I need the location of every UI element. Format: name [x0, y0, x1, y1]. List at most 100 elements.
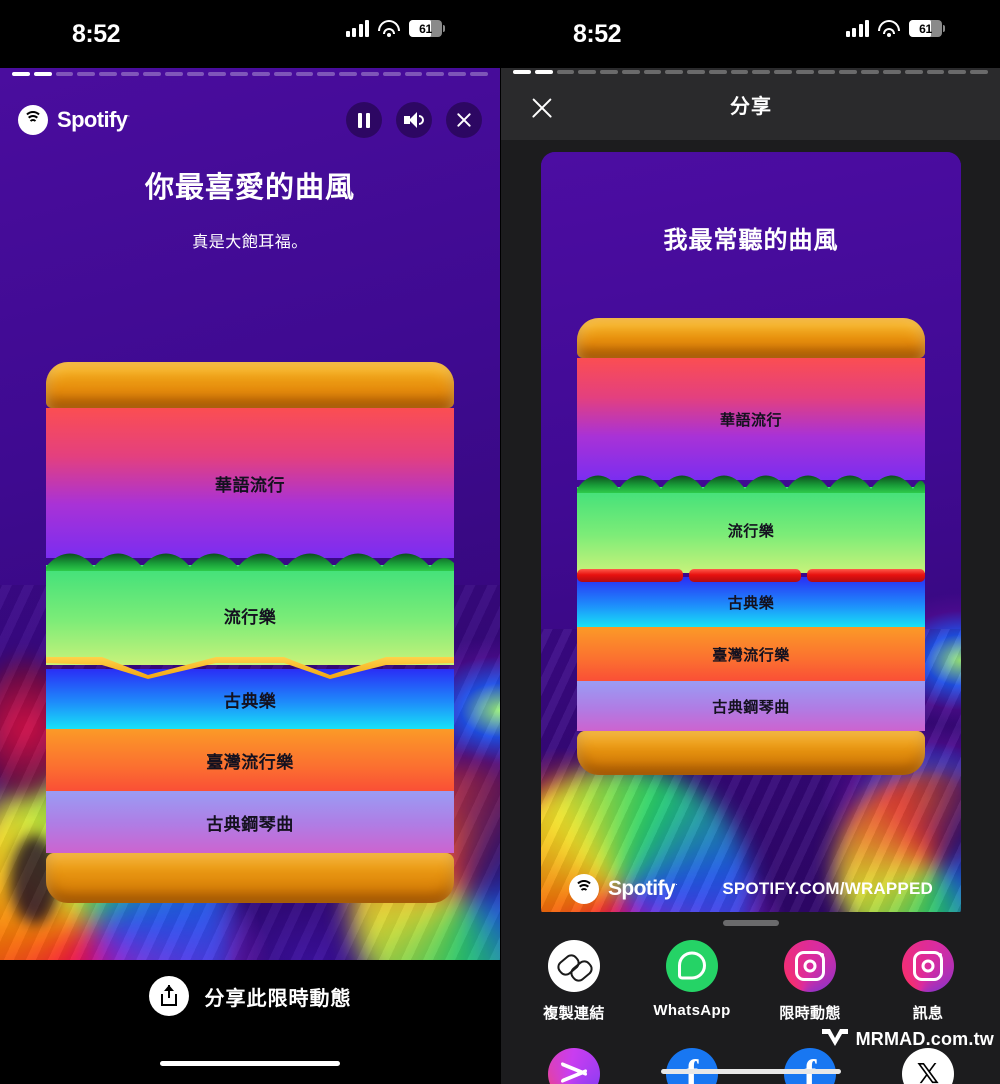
progress-segment[interactable]: [861, 70, 880, 74]
right-phone-panel: 8:52 61 分享 我最常聽的曲風 華語流行 流行樂 古典樂 臺灣流行樂 古典…: [500, 0, 1000, 1084]
progress-segment[interactable]: [948, 70, 967, 74]
progress-segment[interactable]: [77, 72, 96, 76]
progress-segment[interactable]: [448, 72, 467, 76]
burger-layer-label: 古典樂: [727, 594, 775, 612]
wrapped-share-card[interactable]: 我最常聽的曲風 華語流行 流行樂 古典樂 臺灣流行樂 古典鋼琴曲 Spotify…: [541, 152, 961, 922]
burger-layer-label: 古典樂: [223, 691, 277, 711]
spotify-logo-icon: [18, 105, 48, 135]
status-time: 8:52: [573, 20, 622, 48]
story-footer: 分享此限時動態: [0, 960, 500, 1084]
share-target-label: 複製連結: [543, 1005, 605, 1022]
progress-segment[interactable]: [470, 72, 488, 76]
cheese-garnish: [46, 655, 454, 679]
progress-segment[interactable]: [142, 72, 161, 76]
progress-segment[interactable]: [121, 72, 139, 76]
progress-segment[interactable]: [839, 70, 858, 74]
burger-layer: 臺灣流行樂: [577, 627, 925, 681]
story-progress-bar[interactable]: [501, 70, 1000, 74]
progress-segment[interactable]: [208, 72, 227, 76]
share-story-button[interactable]: 分享此限時動態: [148, 976, 352, 1016]
screenshot-root: 8:52 61 Spotify· 你最喜愛的曲風 真是大飽耳福。 華語流行 流行…: [0, 0, 1000, 1084]
story-progress-bar[interactable]: [0, 72, 500, 76]
bun-bottom: [577, 731, 925, 775]
burger-layer-label: 古典鋼琴曲: [712, 698, 790, 716]
progress-segment[interactable]: [33, 72, 52, 76]
progress-segment[interactable]: [12, 72, 30, 76]
status-icons: 61: [345, 20, 445, 37]
share-target-label: WhatsApp: [653, 1002, 731, 1019]
progress-segment[interactable]: [273, 72, 292, 76]
home-indicator[interactable]: [160, 1061, 340, 1066]
share-target[interactable]: f: [646, 1048, 738, 1084]
spotify-logo: Spotify·: [18, 105, 130, 135]
progress-segment[interactable]: [339, 72, 357, 76]
battery-percent: 61: [419, 21, 432, 36]
progress-segment[interactable]: [904, 70, 923, 74]
share-target[interactable]: [528, 1048, 620, 1084]
progress-segment[interactable]: [970, 70, 988, 74]
progress-segment[interactable]: [883, 70, 901, 74]
genre-burger-right: 華語流行 流行樂 古典樂 臺灣流行樂 古典鋼琴曲: [577, 318, 925, 775]
burger-layer-label: 華語流行: [215, 475, 285, 495]
instagram-icon: [902, 940, 954, 992]
progress-segment[interactable]: [643, 70, 662, 74]
progress-segment[interactable]: [426, 72, 445, 76]
progress-segment[interactable]: [752, 70, 771, 74]
close-button[interactable]: [446, 102, 482, 138]
progress-segment[interactable]: [556, 70, 575, 74]
bun-top: [577, 318, 925, 358]
burger-layer-label: 古典鋼琴曲: [206, 814, 294, 834]
progress-segment[interactable]: [534, 70, 553, 74]
card-title: 我最常聽的曲風: [663, 227, 839, 254]
mute-button[interactable]: [396, 102, 432, 138]
progress-segment[interactable]: [708, 70, 727, 74]
progress-segment[interactable]: [164, 72, 183, 76]
progress-segment[interactable]: [621, 70, 640, 74]
status-icons: 61: [845, 20, 945, 37]
progress-segment[interactable]: [404, 72, 423, 76]
progress-segment[interactable]: [665, 70, 684, 74]
progress-segment[interactable]: [99, 72, 118, 76]
x-twitter-icon: 𝕏: [902, 1048, 954, 1084]
pause-button[interactable]: [346, 102, 382, 138]
burger-layer: 流行樂: [46, 565, 454, 665]
burger-layer-label: 華語流行: [719, 411, 782, 429]
wrapped-story: Spotify· 你最喜愛的曲風 真是大飽耳福。 華語流行 流行樂 古典樂 臺灣…: [0, 68, 500, 960]
watermark-text: MRMAD.com.tw: [855, 1028, 994, 1049]
share-target[interactable]: 訊息: [882, 940, 974, 1023]
share-target[interactable]: WhatsApp: [646, 940, 738, 1023]
share-sheet: 分享 我最常聽的曲風 華語流行 流行樂 古典樂 臺灣流行樂 古典鋼琴曲 Spot…: [501, 68, 1000, 1084]
progress-segment[interactable]: [926, 70, 945, 74]
genre-burger-left: 華語流行 流行樂 古典樂 臺灣流行樂 古典鋼琴曲: [46, 362, 454, 903]
progress-segment[interactable]: [186, 72, 205, 76]
sheet-grabber[interactable]: [723, 920, 779, 926]
share-target[interactable]: f: [764, 1048, 856, 1084]
progress-segment[interactable]: [795, 70, 814, 74]
messenger-icon: [548, 1048, 600, 1084]
progress-segment[interactable]: [55, 72, 74, 76]
share-target[interactable]: 複製連結: [528, 940, 620, 1023]
progress-segment[interactable]: [817, 70, 836, 74]
progress-segment[interactable]: [730, 70, 749, 74]
progress-segment[interactable]: [251, 72, 270, 76]
progress-segment[interactable]: [513, 70, 531, 74]
progress-segment[interactable]: [774, 70, 792, 74]
progress-segment[interactable]: [687, 70, 705, 74]
progress-segment[interactable]: [361, 72, 379, 76]
page-title: 你最喜愛的曲風: [144, 172, 355, 204]
progress-segment[interactable]: [600, 70, 618, 74]
share-targets-row-1: 複製連結 WhatsApp 限時動態 訊息: [501, 940, 1000, 1023]
share-target[interactable]: 𝕏: [882, 1048, 974, 1084]
home-indicator[interactable]: [661, 1069, 841, 1074]
progress-segment[interactable]: [578, 70, 597, 74]
burger-layer: 華語流行: [577, 358, 925, 480]
bun-bottom: [46, 853, 454, 903]
progress-segment[interactable]: [382, 72, 401, 76]
progress-segment[interactable]: [317, 72, 336, 76]
sheet-close-button[interactable]: [521, 87, 555, 121]
story-topbar: Spotify·: [0, 92, 500, 148]
burger-layer-label: 臺灣流行樂: [206, 752, 294, 772]
progress-segment[interactable]: [230, 72, 248, 76]
progress-segment[interactable]: [295, 72, 314, 76]
share-target[interactable]: 限時動態: [764, 940, 856, 1023]
